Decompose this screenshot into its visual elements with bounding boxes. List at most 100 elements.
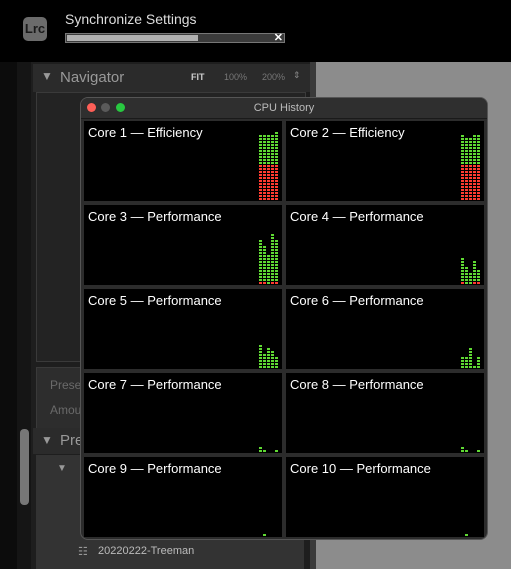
user-segment <box>263 159 266 161</box>
system-segment <box>461 192 464 194</box>
system-segment <box>271 180 274 182</box>
system-segment <box>263 165 266 167</box>
disclosure-triangle-icon[interactable]: ▼ <box>41 433 53 447</box>
user-segment <box>259 267 262 269</box>
usage-column <box>473 135 476 200</box>
user-segment <box>461 450 464 452</box>
zoom-100[interactable]: 100% <box>224 72 247 82</box>
user-segment <box>271 150 274 152</box>
user-segment <box>461 264 464 266</box>
usage-column <box>267 255 270 284</box>
user-segment <box>473 150 476 152</box>
user-segment <box>275 156 278 158</box>
user-segment <box>275 132 278 134</box>
core-title: Core 8 — Performance <box>290 377 424 392</box>
usage-column <box>469 273 472 284</box>
core-panel: Core 3 — Performance <box>84 205 282 285</box>
updown-icon[interactable]: ⇕ <box>293 70 301 81</box>
system-segment <box>267 198 270 200</box>
user-segment <box>465 138 468 140</box>
user-segment <box>473 156 476 158</box>
user-segment <box>263 363 266 365</box>
user-segment <box>271 138 274 140</box>
system-segment <box>275 186 278 188</box>
user-segment <box>263 366 266 368</box>
user-segment <box>271 153 274 155</box>
user-segment <box>461 366 464 368</box>
system-segment <box>263 183 266 185</box>
system-segment <box>263 174 266 176</box>
system-segment <box>461 180 464 182</box>
zoom-button[interactable] <box>116 103 125 112</box>
system-segment <box>465 180 468 182</box>
disclosure-triangle-icon[interactable]: ▼ <box>57 463 67 474</box>
user-segment <box>271 261 274 263</box>
core-title: Core 5 — Performance <box>88 293 222 308</box>
system-segment <box>465 198 468 200</box>
user-segment <box>271 273 274 275</box>
user-segment <box>259 255 262 257</box>
user-segment <box>275 450 278 452</box>
user-segment <box>275 159 278 161</box>
system-segment <box>271 195 274 197</box>
user-segment <box>271 267 274 269</box>
navigator-header[interactable]: ▼ Navigator FIT 100% 200% ⇕ <box>33 64 310 92</box>
progress-fill <box>67 35 198 41</box>
zoom-fit[interactable]: FIT <box>191 72 205 82</box>
system-segment <box>473 183 476 185</box>
scrollbar-thumb[interactable] <box>20 429 29 505</box>
user-segment <box>275 243 278 245</box>
user-segment <box>259 138 262 140</box>
user-segment <box>473 279 476 281</box>
user-segment <box>469 147 472 149</box>
system-segment <box>461 177 464 179</box>
system-segment <box>469 177 472 179</box>
system-segment <box>469 165 472 167</box>
user-segment <box>477 276 480 278</box>
system-segment <box>473 198 476 200</box>
system-segment <box>465 165 468 167</box>
system-segment <box>477 189 480 191</box>
preset-item[interactable]: 20220222-Treeman <box>98 545 194 557</box>
system-segment <box>267 165 270 167</box>
user-segment <box>465 141 468 143</box>
user-segment <box>271 276 274 278</box>
user-segment <box>477 273 480 275</box>
user-segment <box>259 141 262 143</box>
close-icon[interactable]: ✕ <box>274 31 283 44</box>
window-titlebar[interactable]: CPU History <box>81 98 487 119</box>
system-segment <box>465 186 468 188</box>
disclosure-triangle-icon[interactable]: ▼ <box>41 69 53 83</box>
system-segment <box>473 195 476 197</box>
user-segment <box>275 135 278 137</box>
core-usage-bars <box>259 345 278 368</box>
user-segment <box>267 270 270 272</box>
user-segment <box>461 357 464 359</box>
user-segment <box>275 141 278 143</box>
user-segment <box>469 354 472 356</box>
user-segment <box>259 345 262 347</box>
minimize-button[interactable] <box>101 103 110 112</box>
user-segment <box>469 153 472 155</box>
zoom-200[interactable]: 200% <box>262 72 285 82</box>
close-button[interactable] <box>87 103 96 112</box>
system-segment <box>259 168 262 170</box>
user-segment <box>461 360 464 362</box>
navigator-title: Navigator <box>60 69 125 86</box>
system-segment <box>473 192 476 194</box>
system-segment <box>469 186 472 188</box>
user-segment <box>275 270 278 272</box>
user-segment <box>263 267 266 269</box>
user-segment <box>477 141 480 143</box>
user-segment <box>465 534 468 536</box>
system-segment <box>271 168 274 170</box>
task-title: Synchronize Settings <box>65 11 197 27</box>
user-segment <box>461 267 464 269</box>
user-segment <box>469 348 472 350</box>
user-segment <box>461 258 464 260</box>
user-segment <box>469 363 472 365</box>
user-segment <box>477 360 480 362</box>
user-segment <box>267 366 270 368</box>
user-segment <box>271 279 274 281</box>
left-edge <box>0 62 17 569</box>
